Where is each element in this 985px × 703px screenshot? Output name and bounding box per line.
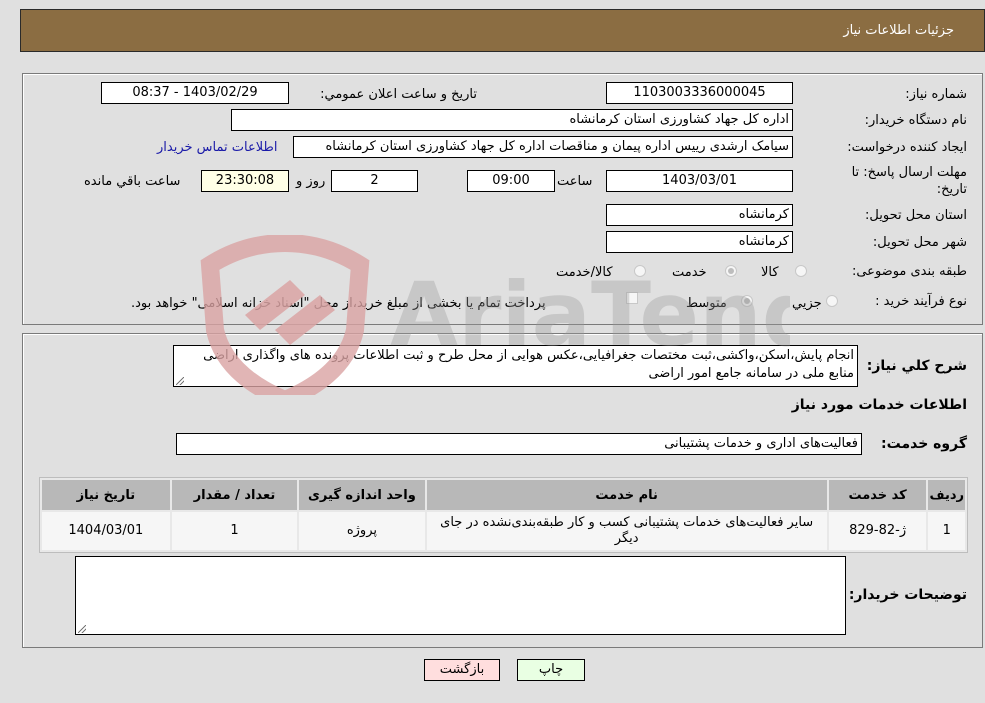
category-option-goods-service: کالا/خدمت (556, 265, 613, 280)
creator-field: سیامک ارشدی رییس اداره پیمان و مناقصات ا… (293, 136, 793, 158)
cell-service-code: ژ-82-829 (828, 512, 927, 550)
buyer-contact-link[interactable]: اطلاعات تماس خریدار (157, 140, 277, 155)
city-field: کرمانشاه (606, 231, 793, 253)
cell-quantity: 1 (171, 512, 298, 550)
time-remaining-field: 23:30:08 (201, 170, 289, 192)
buyer-org-field: اداره کل جهاد کشاورزی استان کرمانشاه (231, 109, 793, 131)
description-text: انجام پایش،اسکن،واکشی،ثبت مختصات جغرافیا… (203, 348, 854, 381)
col-header-service-code: کد خدمت (828, 480, 927, 510)
col-header-service-name: نام خدمت (426, 480, 827, 510)
category-radio-goods[interactable] (795, 265, 807, 277)
category-option-goods: کالا (761, 265, 779, 280)
services-section-title: اطلاعات خدمات مورد نیاز (791, 397, 967, 413)
category-radio-goods-service[interactable] (634, 265, 646, 277)
resize-grip-icon[interactable] (78, 625, 86, 633)
treasury-note: پرداخت تمام یا بخشی از مبلغ خرید،از محل … (131, 296, 546, 311)
services-table: ردیف کد خدمت نام خدمت واحد اندازه گیری ت… (39, 477, 968, 553)
print-button[interactable]: چاپ (517, 659, 585, 681)
treasury-checkbox[interactable] (626, 292, 638, 304)
page-header: جزئیات اطلاعات نیاز (20, 9, 985, 52)
service-group-label: گروه خدمت: (881, 436, 967, 452)
col-header-need-date: تاریخ نیاز (42, 480, 170, 510)
col-header-quantity: تعداد / مقدار (171, 480, 298, 510)
service-group-field: فعالیت‌های اداری و خدمات پشتیبانی (176, 433, 862, 455)
need-number-field: 1103003336000045 (606, 82, 793, 104)
category-radio-service[interactable] (725, 265, 737, 277)
days-remaining-field: 2 (331, 170, 418, 192)
process-label: نوع فرآیند خرید : (875, 294, 967, 309)
time-remaining-label: ساعت باقي مانده (84, 174, 181, 189)
deadline-label-line1: مهلت ارسال پاسخ: تا (851, 165, 967, 180)
back-button[interactable]: بازگشت (424, 659, 500, 681)
creator-label: ایجاد کننده درخواست: (847, 140, 967, 155)
page-title: جزئیات اطلاعات نیاز (843, 23, 954, 38)
category-option-service: خدمت (672, 265, 707, 280)
process-option-medium: متوسط (686, 296, 727, 311)
col-header-row-number: ردیف (928, 480, 965, 510)
buyer-notes-textarea[interactable] (75, 556, 846, 635)
buyer-org-label: نام دستگاه خریدار: (864, 113, 967, 128)
deadline-time-field: 09:00 (467, 170, 555, 192)
province-label: استان محل تحویل: (865, 208, 967, 223)
days-label: روز و (296, 174, 326, 189)
process-radio-medium[interactable] (741, 295, 753, 307)
table-row: 1 ژ-82-829 سایر فعالیت‌های خدمات پشتیبان… (42, 512, 965, 550)
cell-unit: پروژه (299, 512, 425, 550)
announce-label: تاریخ و ساعت اعلان عمومي: (320, 87, 477, 102)
resize-grip-icon[interactable] (176, 377, 184, 385)
description-label: شرح کلي نیاز: (866, 358, 967, 374)
cell-service-name: سایر فعالیت‌های خدمات پشتیبانی کسب و کار… (426, 512, 827, 550)
col-header-unit: واحد اندازه گیری (299, 480, 425, 510)
deadline-date-field: 1403/03/01 (606, 170, 793, 192)
process-option-minor: جزيي (792, 296, 822, 311)
announce-datetime-field: 1403/02/29 - 08:37 (101, 82, 289, 104)
cell-row-number: 1 (928, 512, 965, 550)
province-field: کرمانشاه (606, 204, 793, 226)
cell-need-date: 1404/03/01 (42, 512, 170, 550)
process-radio-minor[interactable] (826, 295, 838, 307)
buyer-notes-label: توضیحات خریدار: (848, 587, 967, 603)
category-label: طبقه بندی موضوعی: (851, 264, 967, 279)
need-number-label: شماره نیاز: (905, 87, 967, 102)
description-textarea[interactable]: انجام پایش،اسکن،واکشی،ثبت مختصات جغرافیا… (173, 345, 858, 387)
deadline-time-label: ساعت (557, 174, 593, 189)
table-header-row: ردیف کد خدمت نام خدمت واحد اندازه گیری ت… (42, 480, 965, 510)
city-label: شهر محل تحویل: (872, 235, 967, 250)
deadline-label-line2: تاریخ: (936, 182, 967, 197)
